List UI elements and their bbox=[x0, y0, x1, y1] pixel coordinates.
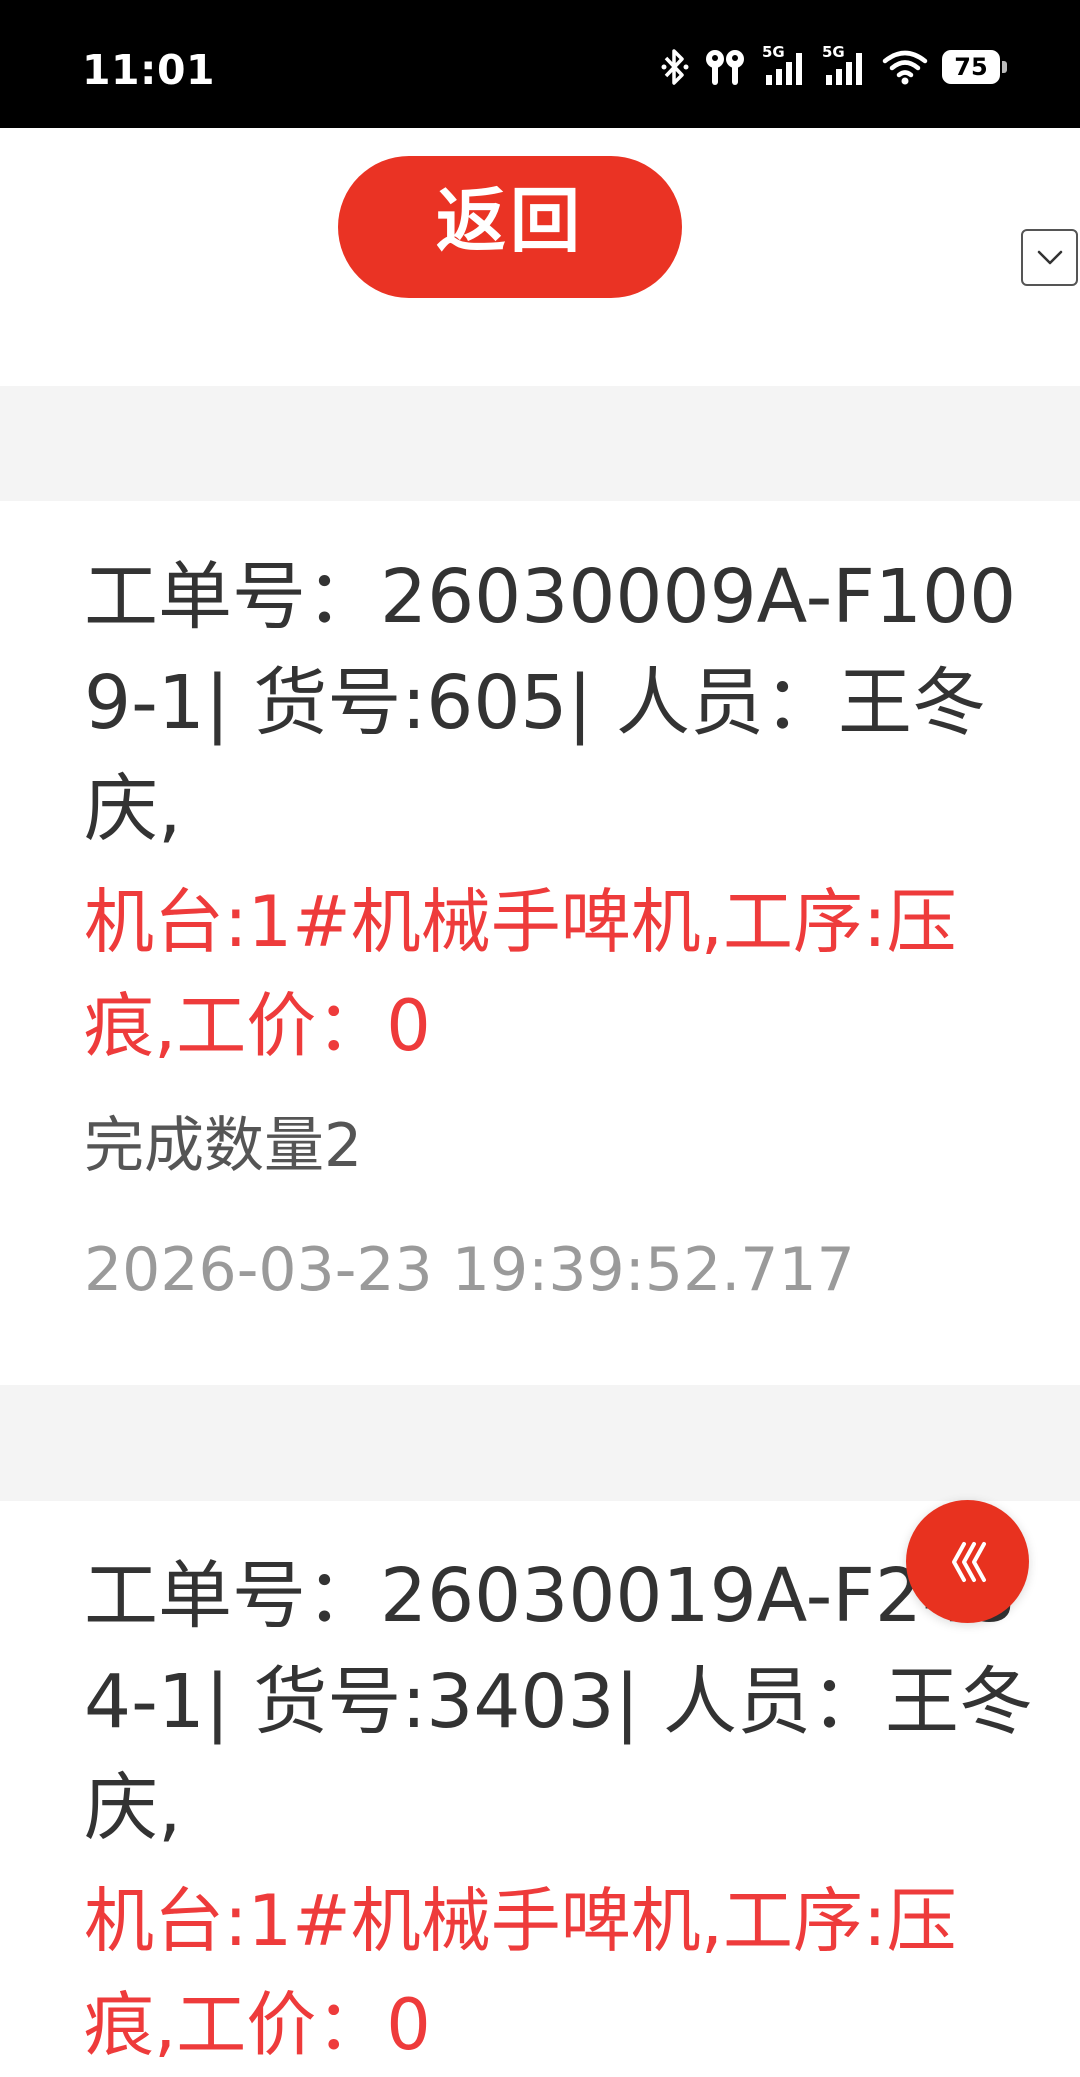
collapse-fab-button[interactable] bbox=[906, 1500, 1029, 1623]
record-card[interactable]: 工单号：26030009A-F1009-1| 货号:605| 人员：王冬庆, 机… bbox=[84, 544, 1044, 1310]
section-separator bbox=[0, 386, 1080, 501]
status-icons: 5G 5G 75 bbox=[660, 42, 1007, 92]
record-quantity: 完成数量2 bbox=[84, 1111, 363, 1181]
back-button[interactable]: 返回 bbox=[338, 156, 682, 298]
status-bar: 11:01 5G 5G 75 bbox=[0, 0, 1080, 128]
wifi-icon bbox=[882, 50, 928, 85]
status-time: 11:01 bbox=[82, 46, 216, 94]
record-machine-info: 机台:1#机械手啤机,工序:压痕,工价：0 bbox=[84, 881, 957, 1067]
dropdown-toggle[interactable] bbox=[1021, 229, 1078, 286]
bluetooth-icon bbox=[661, 49, 689, 85]
record-timestamp: 2026-03-23 19:39:52.717 bbox=[84, 1235, 855, 1305]
earbuds-icon bbox=[706, 50, 744, 85]
record-card[interactable]: 工单号：26030019A-F2434-1| 货号:3403| 人员：王冬庆, … bbox=[84, 1543, 1044, 2077]
section-separator bbox=[0, 1385, 1080, 1501]
signal-5g-icon: 5G bbox=[822, 43, 868, 87]
record-title: 工单号：26030019A-F2434-1| 货号:3403| 人员：王冬庆, bbox=[84, 1553, 1034, 1851]
signal-5g-icon: 5G bbox=[762, 43, 808, 87]
record-title: 工单号：26030009A-F1009-1| 货号:605| 人员：王冬庆, bbox=[84, 554, 1017, 852]
battery-icon: 75 bbox=[942, 50, 1007, 84]
triple-chevron-left-icon bbox=[951, 1541, 986, 1582]
battery-level: 75 bbox=[954, 53, 988, 81]
chevron-down-icon bbox=[1037, 250, 1062, 264]
record-machine-info: 机台:1#机械手啤机,工序:压痕,工价：0 bbox=[84, 1880, 957, 2066]
